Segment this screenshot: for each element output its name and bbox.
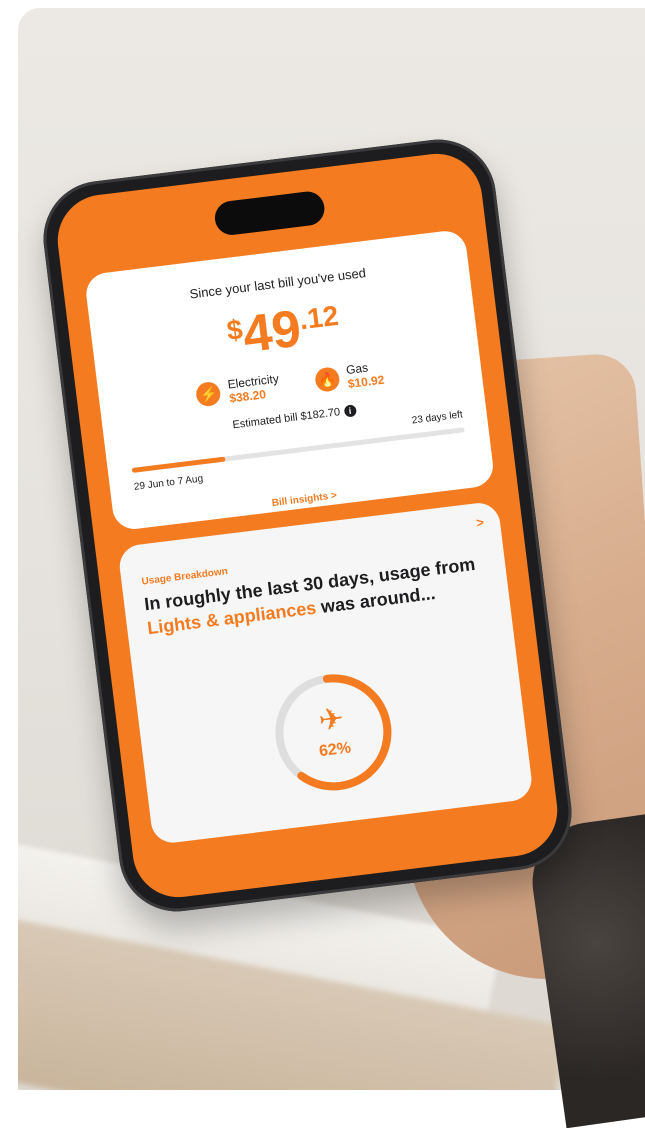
chevron-right-icon: >	[330, 490, 338, 502]
lightning-bolt-icon: ⚡	[195, 380, 223, 408]
phone-body: Since your last bill you've used $49.12 …	[36, 133, 579, 918]
appliance-icon: ✈	[316, 702, 346, 738]
usage-breakdown-card[interactable]: > Usage Breakdown In roughly the last 30…	[117, 500, 534, 846]
usage-ring-center: ✈ 62%	[264, 663, 402, 801]
progress-bar-fill	[131, 456, 226, 474]
amount-whole: 49	[239, 299, 305, 365]
usage-description: In roughly the last 30 days, usage from …	[143, 550, 495, 640]
phone: Since your last bill you've used $49.12 …	[36, 133, 579, 918]
flame-icon: 🔥	[313, 366, 341, 393]
bill-insights-label: Bill insights	[271, 491, 329, 510]
gas-item: 🔥 Gas $10.92	[313, 359, 386, 395]
info-icon[interactable]: i	[343, 404, 357, 418]
usage-percent: 62%	[318, 739, 352, 761]
usage-summary-card: Since your last bill you've used $49.12 …	[83, 228, 496, 532]
days-left-text: 23 days left	[411, 409, 464, 427]
gas-value: $10.92	[347, 372, 386, 391]
amount-cents: .12	[297, 299, 341, 336]
chevron-right-icon[interactable]: >	[475, 515, 484, 531]
electricity-item: ⚡ Electricity $38.20	[195, 371, 281, 409]
dynamic-island	[212, 189, 326, 237]
phone-screen: Since your last bill you've used $49.12 …	[52, 148, 563, 903]
